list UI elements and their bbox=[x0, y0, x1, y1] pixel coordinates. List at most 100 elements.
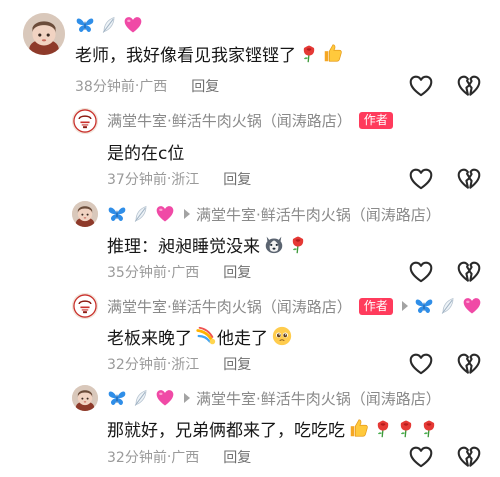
avatar-image bbox=[72, 108, 98, 134]
pink-heart-emoji bbox=[155, 388, 175, 408]
comment-text: 老师，我好像看见我家铿铿了 bbox=[75, 40, 344, 66]
feather-emoji bbox=[131, 388, 151, 408]
comment-location: 广西 bbox=[171, 265, 200, 281]
rose-emoji-image bbox=[288, 234, 308, 254]
rose-emoji bbox=[288, 234, 308, 254]
dislike-button[interactable] bbox=[456, 73, 482, 99]
reply-button[interactable]: 回复 bbox=[223, 447, 251, 467]
butterfly-emoji bbox=[75, 15, 95, 35]
butterfly-emoji bbox=[414, 296, 434, 316]
broken-heart-icon bbox=[456, 73, 482, 99]
broken-heart-icon bbox=[456, 166, 482, 192]
avatar[interactable] bbox=[72, 293, 98, 319]
comment-text: 老板来晚了 他走了 bbox=[107, 323, 293, 349]
heart-outline-icon bbox=[408, 259, 434, 285]
reply-arrow-icon bbox=[184, 393, 190, 403]
like-button[interactable] bbox=[408, 444, 434, 470]
comment-meta: 32分钟前 · 浙江 回复 bbox=[107, 353, 251, 375]
avatar-image bbox=[72, 293, 98, 319]
comment-meta: 35分钟前 · 广西 回复 bbox=[107, 261, 251, 283]
avatar-image bbox=[23, 13, 65, 55]
rose-emoji bbox=[373, 418, 393, 438]
reply-button[interactable]: 回复 bbox=[223, 262, 251, 282]
reply-to-name[interactable]: 满堂牛室·鲜活牛肉火锅（闻涛路店） bbox=[196, 204, 441, 225]
comment-username[interactable]: 满堂牛室·鲜活牛肉火锅（闻涛路店） 作者 bbox=[107, 108, 393, 132]
rose-emoji bbox=[299, 43, 319, 63]
feather-emoji bbox=[99, 15, 119, 35]
broken-heart-icon bbox=[456, 351, 482, 377]
reply-to-name[interactable]: 满堂牛室·鲜活牛肉火锅（闻涛路店） bbox=[196, 388, 441, 409]
comment-time: 35分钟前 bbox=[107, 265, 167, 281]
pleading-face-emoji-image bbox=[271, 325, 293, 347]
comment-meta: 32分钟前 · 广西 回复 bbox=[107, 446, 251, 468]
comment-text-content: 老板来晚了 bbox=[107, 328, 192, 349]
dislike-button[interactable] bbox=[456, 351, 482, 377]
thumbs-up-emoji-image bbox=[322, 42, 344, 64]
avatar[interactable] bbox=[72, 201, 98, 227]
pink-heart-emoji bbox=[462, 296, 482, 316]
rose-emoji-image bbox=[419, 418, 439, 438]
heart-outline-icon bbox=[408, 351, 434, 377]
husky-emoji-image bbox=[263, 233, 285, 255]
author-badge: 作者 bbox=[358, 297, 393, 315]
comment-time: 32分钟前 bbox=[107, 357, 167, 373]
comment-location: 浙江 bbox=[171, 172, 200, 188]
comment-meta: 37分钟前 · 浙江 回复 bbox=[107, 168, 251, 190]
avatar[interactable] bbox=[72, 385, 98, 411]
husky-emoji bbox=[263, 233, 285, 255]
reply-button[interactable]: 回复 bbox=[223, 354, 251, 374]
rose-emoji-image bbox=[299, 43, 319, 63]
comment-username[interactable]: 满堂牛室·鲜活牛肉火锅（闻涛路店） bbox=[107, 202, 441, 226]
broken-heart-icon bbox=[456, 259, 482, 285]
comment-text-content: 是的在c位 bbox=[107, 143, 185, 164]
dislike-button[interactable] bbox=[456, 166, 482, 192]
comment-text: 那就好，兄弟俩都来了，吃吃吃 bbox=[107, 415, 439, 441]
reply-arrow-icon bbox=[401, 301, 408, 311]
broken-heart-icon bbox=[456, 444, 482, 470]
like-button[interactable] bbox=[408, 351, 434, 377]
comment-text-content: 老师，我好像看见我家铿铿了 bbox=[75, 45, 296, 66]
reply-button[interactable]: 回复 bbox=[223, 169, 251, 189]
reply-button[interactable]: 回复 bbox=[191, 76, 219, 96]
like-button[interactable] bbox=[408, 166, 434, 192]
comment-username[interactable] bbox=[75, 13, 143, 37]
username-emoji-set bbox=[107, 204, 175, 224]
thumbs-up-emoji bbox=[322, 42, 344, 64]
comment-username[interactable]: 满堂牛室·鲜活牛肉火锅（闻涛路店） 作者 bbox=[107, 294, 482, 318]
like-button[interactable] bbox=[408, 73, 434, 99]
butterfly-emoji bbox=[107, 388, 127, 408]
thumbs-up-emoji-image bbox=[348, 417, 370, 439]
avatar[interactable] bbox=[72, 108, 98, 134]
username-emoji-set bbox=[75, 15, 143, 35]
comment-meta: 38分钟前 · 广西 回复 bbox=[75, 75, 219, 97]
rose-emoji-image bbox=[396, 418, 416, 438]
pink-heart-emoji bbox=[155, 204, 175, 224]
comet-emoji-image bbox=[195, 325, 217, 347]
rose-emoji bbox=[419, 418, 439, 438]
comment-text: 是的在c位 bbox=[107, 138, 184, 164]
comment-text-content-2: 他走了 bbox=[217, 328, 268, 349]
like-button[interactable] bbox=[408, 259, 434, 285]
author-name: 满堂牛室·鲜活牛肉火锅（闻涛路店） bbox=[107, 297, 352, 316]
comment-location: 广西 bbox=[171, 450, 200, 466]
comment-username[interactable]: 满堂牛室·鲜活牛肉火锅（闻涛路店） bbox=[107, 386, 441, 410]
heart-outline-icon bbox=[408, 444, 434, 470]
feather-emoji bbox=[438, 296, 458, 316]
butterfly-emoji bbox=[107, 204, 127, 224]
comment-time: 32分钟前 bbox=[107, 450, 167, 466]
avatar-image bbox=[72, 385, 98, 411]
comment-text-content: 那就好，兄弟俩都来了，吃吃吃 bbox=[107, 420, 345, 441]
pink-heart-emoji bbox=[123, 15, 143, 35]
avatar[interactable] bbox=[23, 13, 65, 55]
dislike-button[interactable] bbox=[456, 259, 482, 285]
pleading-face-emoji bbox=[271, 325, 293, 347]
dislike-button[interactable] bbox=[456, 444, 482, 470]
reply-arrow-icon bbox=[184, 209, 190, 219]
comment-location: 广西 bbox=[139, 79, 168, 95]
heart-outline-icon bbox=[408, 73, 434, 99]
username-emoji-set bbox=[107, 388, 175, 408]
comet-emoji bbox=[195, 325, 217, 347]
heart-outline-icon bbox=[408, 166, 434, 192]
rose-emoji-image bbox=[373, 418, 393, 438]
reply-to-emoji-set[interactable] bbox=[414, 296, 482, 316]
